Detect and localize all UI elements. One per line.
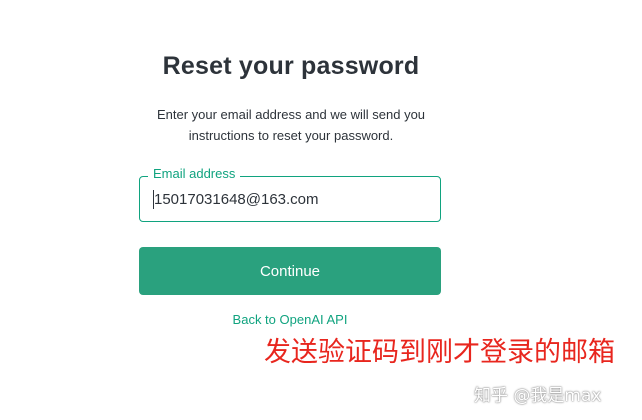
page-title: Reset your password <box>162 52 420 80</box>
back-to-openai-api-link[interactable]: Back to OpenAI API <box>139 312 441 327</box>
email-field-label: Email address <box>148 165 241 183</box>
instructions-text: Enter your email address and we will sen… <box>156 107 426 143</box>
watermark: 知乎 @我是max <box>474 386 602 406</box>
reset-password-page: Reset your password Enter your email add… <box>0 0 642 420</box>
continue-button[interactable]: Continue <box>139 247 441 295</box>
email-field-value[interactable]: 15017031648@163.com <box>154 190 319 210</box>
annotation-text: 发送验证码到刚才登录的邮箱 <box>264 337 615 368</box>
